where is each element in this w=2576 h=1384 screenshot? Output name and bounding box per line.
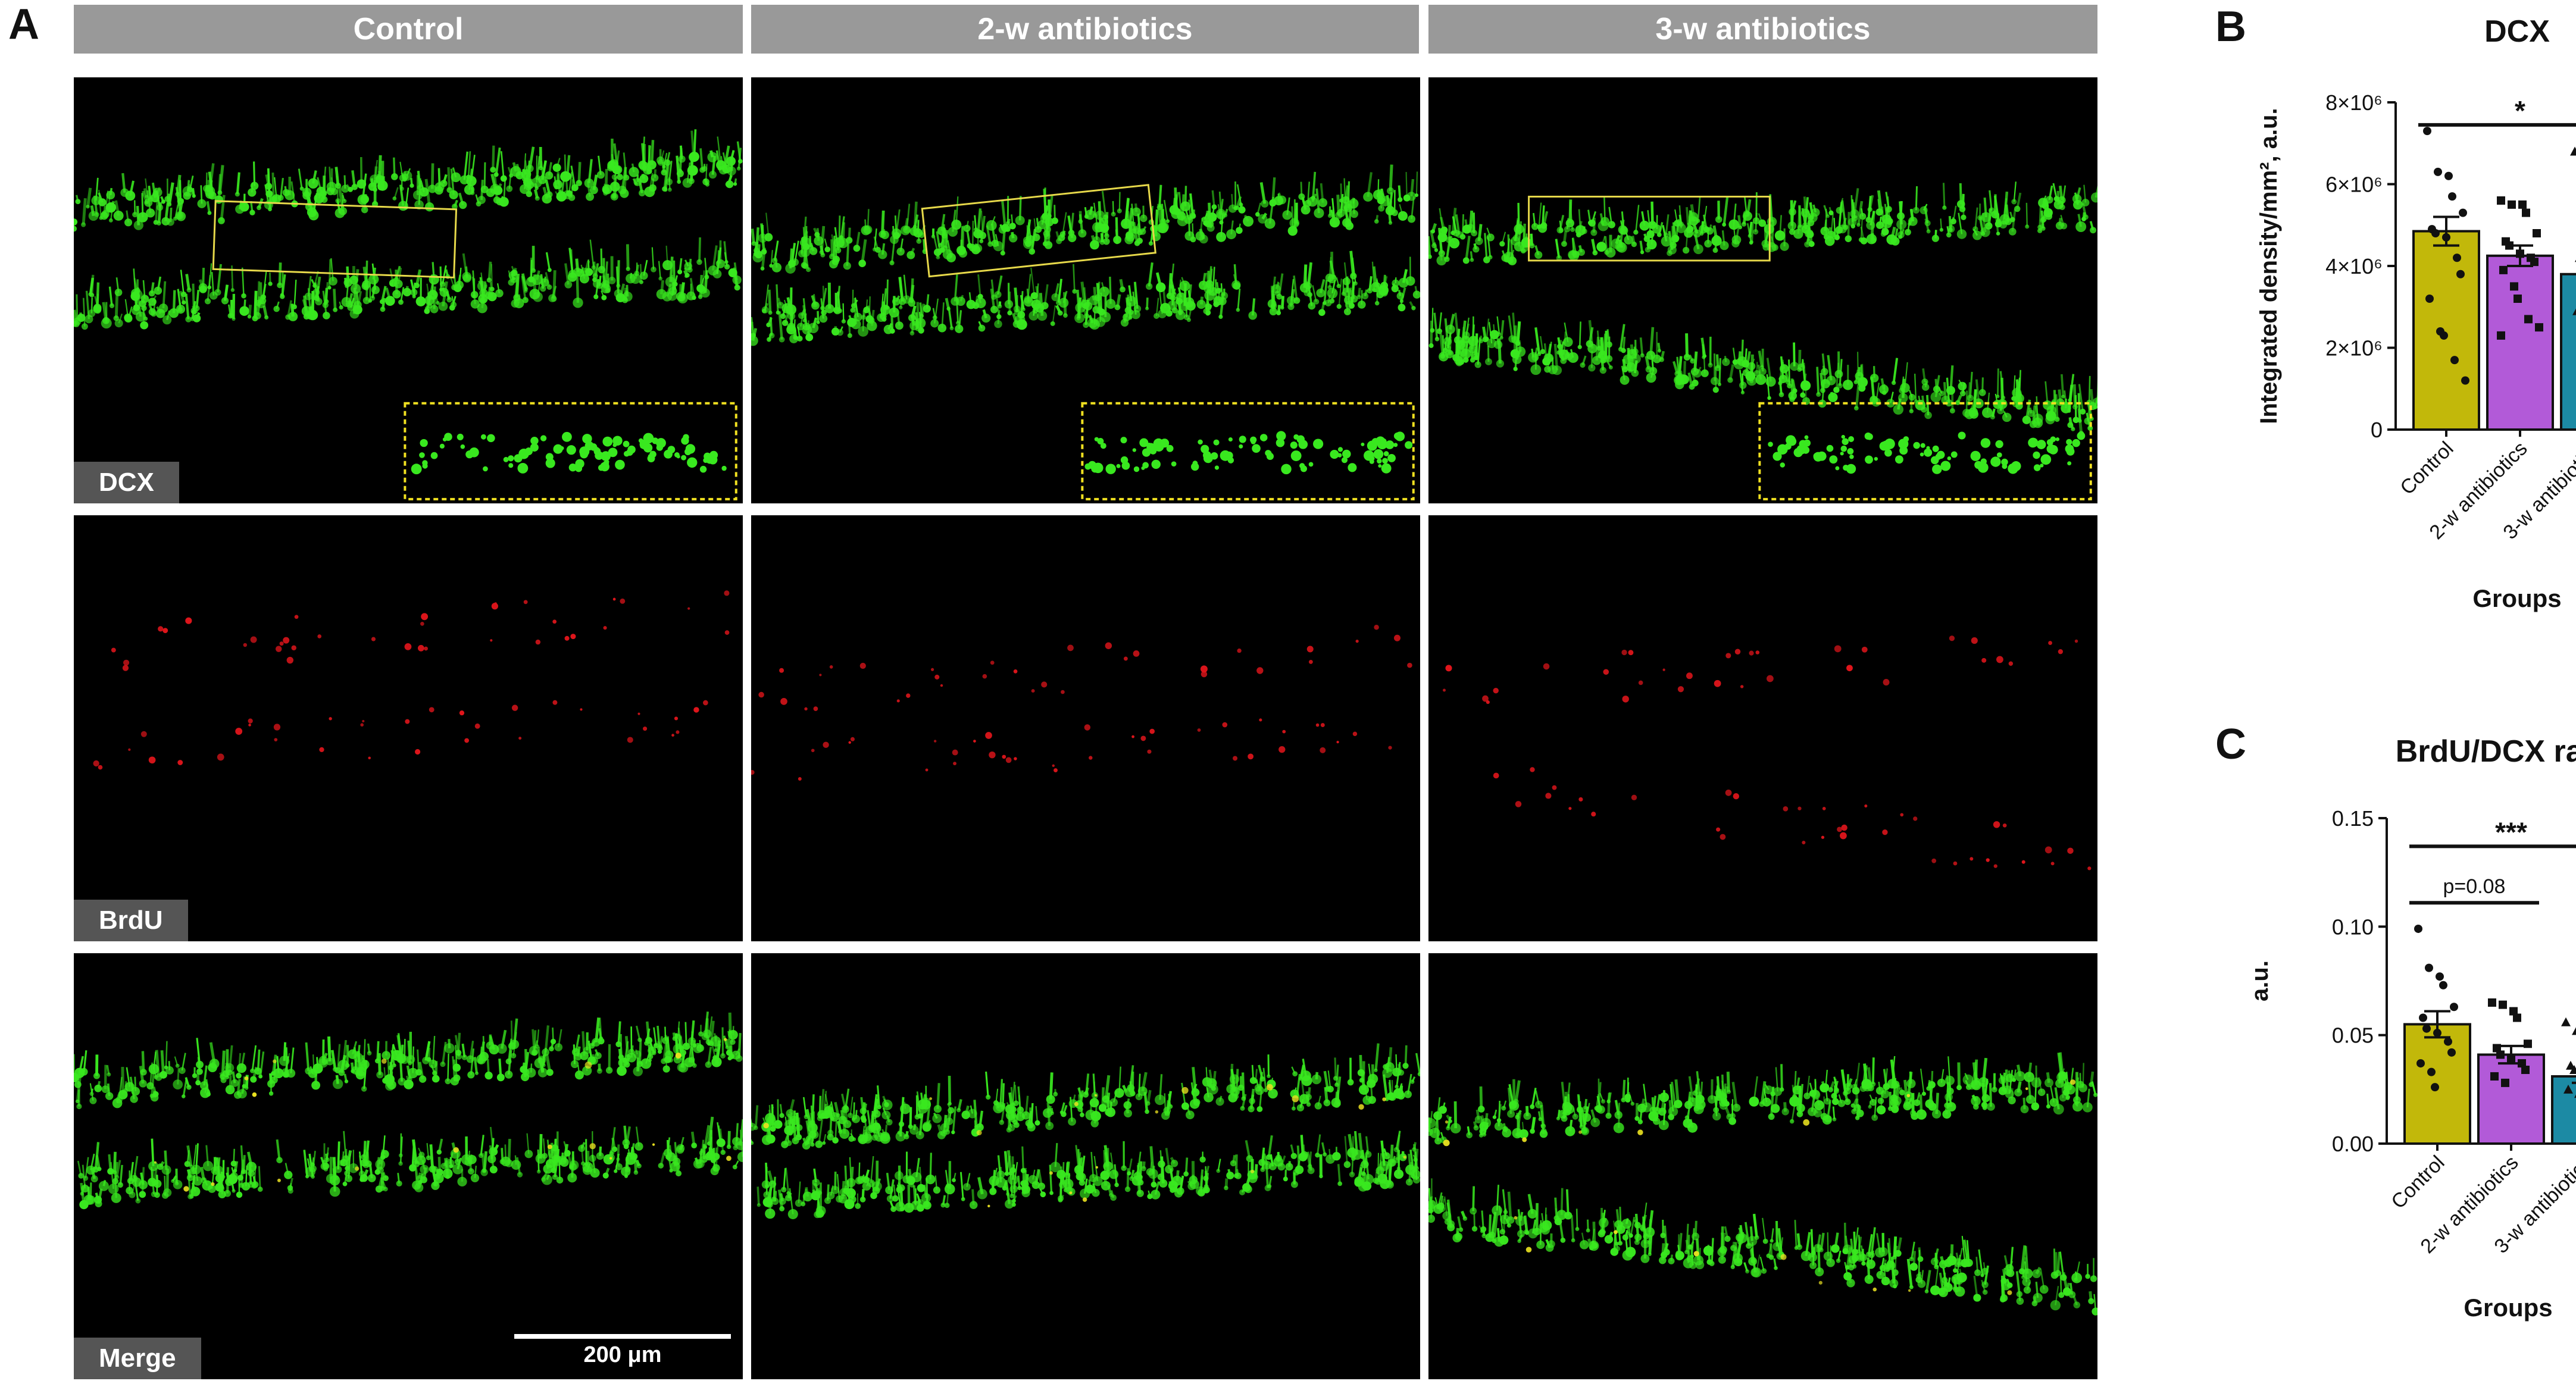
y-tick-label: 2×10⁶ (2325, 336, 2383, 361)
data-point (2459, 208, 2467, 217)
data-point (2499, 1000, 2507, 1009)
data-point (2447, 1048, 2456, 1057)
data-point (2499, 265, 2508, 274)
scale-bar-label: 200 μm (583, 1342, 662, 1367)
data-point (2434, 167, 2442, 176)
data-point (2416, 1059, 2425, 1068)
data-point (2518, 200, 2527, 209)
data-point (2570, 146, 2576, 156)
row-label-brdu: BrdU (74, 900, 188, 941)
brdu-dcx-ratio-bar-chart: BrdU/DCX ratio a.u. 0.00 0.05 0.10 0.15 Contro… (2247, 734, 2576, 1322)
row-label-dcx: DCX (74, 462, 179, 503)
bar-3-w-antibiotics (2551, 1075, 2576, 1145)
data-point (2440, 331, 2448, 340)
data-point (2450, 356, 2459, 365)
column-header-3w-antibiotics: 3-w antibiotics (1428, 5, 2097, 54)
data-point (2490, 1072, 2499, 1081)
chart-title: DCX (2484, 14, 2550, 49)
data-point (2425, 295, 2434, 303)
bar-control (2412, 230, 2480, 431)
zoom-inset-box (1081, 402, 1415, 500)
data-point (2431, 229, 2440, 237)
data-point (2514, 295, 2522, 303)
y-tick-label: 0.15 (2332, 806, 2374, 831)
micrograph-dcx-control: DCX (74, 77, 743, 503)
data-point (2453, 253, 2461, 262)
bar-2-w-antibiotics (2486, 254, 2554, 431)
data-point (2501, 1078, 2509, 1087)
x-axis-label: Groups (2472, 584, 2561, 612)
data-point (2524, 1039, 2532, 1048)
data-point (2448, 192, 2456, 201)
significance-label: * (2515, 95, 2525, 126)
data-point (2444, 171, 2453, 180)
x-tick-label: Control (2387, 1151, 2449, 1213)
significance-label: p=0.08 (2443, 875, 2506, 898)
micrograph-brdu-2-w-antibiotics (751, 515, 1420, 941)
y-tick-label: 4×10⁶ (2325, 254, 2383, 278)
data-point (2524, 315, 2533, 324)
data-point (2431, 1083, 2439, 1092)
micrograph-merge-control: Merge 200 μm (74, 953, 743, 1379)
data-point (2488, 998, 2496, 1007)
data-point (2436, 972, 2444, 981)
data-point (2496, 1050, 2505, 1059)
x-axis-label: Groups (2464, 1294, 2552, 1322)
data-point (2444, 1037, 2452, 1046)
bar-2-w-antibiotics (2477, 1053, 2545, 1145)
y-tick-label: 0 (2371, 418, 2383, 442)
y-tick-label: 6×10⁶ (2325, 173, 2383, 197)
micrograph-dcx-3-w-antibiotics (1428, 77, 2097, 503)
micrograph-dcx-2-w-antibiotics (751, 77, 1420, 503)
data-point (2533, 229, 2541, 237)
data-point (2510, 282, 2518, 291)
data-point (2419, 1013, 2427, 1022)
data-point (2425, 963, 2433, 972)
scale-bar-line (514, 1334, 731, 1339)
data-point (2461, 376, 2469, 385)
data-point (2414, 924, 2422, 933)
data-point (2450, 1003, 2458, 1012)
y-tick-label: 0.05 (2332, 1023, 2374, 1048)
data-point (2572, 1027, 2576, 1035)
panel-a-letter: A (8, 1, 39, 48)
data-point (2561, 1017, 2571, 1026)
data-point (2427, 1067, 2436, 1076)
bar-3-w-antibiotics (2560, 273, 2576, 431)
row-label-merge: Merge (74, 1338, 201, 1379)
x-tick-label: Control (2396, 437, 2458, 499)
significance-label: *** (2495, 816, 2527, 847)
data-point (2456, 270, 2465, 278)
chart-title: BrdU/DCX ratio (2396, 734, 2576, 769)
data-point (2522, 208, 2530, 217)
data-point (2497, 196, 2505, 205)
data-point (2497, 331, 2505, 340)
y-tick-label: 0.00 (2332, 1132, 2374, 1156)
y-tick-label: 0.10 (2332, 915, 2374, 939)
micrograph-merge-2-w-antibiotics (751, 953, 1420, 1379)
y-tick-label: 8×10⁶ (2325, 90, 2383, 115)
dcx-bar-chart: DCX Integrated density/mm², a.u. 0 2×10⁶ 4×1… (2256, 14, 2576, 612)
column-header-2w-antibiotics: 2-w antibiotics (751, 5, 1419, 54)
data-point (2535, 323, 2543, 332)
micrograph-merge-3-w-antibiotics (1428, 953, 2097, 1379)
y-axis-label: Integrated density/mm², a.u. (2256, 108, 2282, 424)
y-axis-label: a.u. (2247, 960, 2273, 1001)
micrograph-brdu-control: BrdU (74, 515, 743, 941)
column-header-control: Control (74, 5, 743, 54)
data-point (2439, 981, 2447, 990)
data-point (2521, 1066, 2530, 1075)
data-point (2423, 127, 2431, 136)
data-point (2513, 1013, 2521, 1022)
data-point (2508, 200, 2516, 209)
scale-bar: 200 μm (514, 1334, 731, 1368)
micrograph-brdu-3-w-antibiotics (1428, 515, 2097, 941)
data-point (2422, 1024, 2431, 1033)
